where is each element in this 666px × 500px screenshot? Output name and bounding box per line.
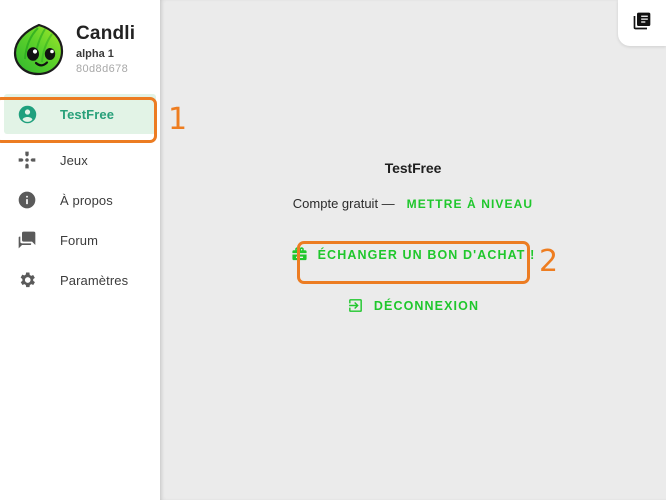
sidebar-item-games[interactable]: Jeux [4,140,156,180]
main-content: TestFree Compte gratuit — METTRE À NIVEA… [160,0,666,500]
upgrade-link[interactable]: METTRE À NIVEAU [407,197,534,211]
brand-build-id: 80d8d678 [76,63,129,75]
sidebar-item-label-games: Jeux [60,152,88,168]
exit-to-app-icon [347,297,364,314]
gear-icon [14,267,40,293]
sidebar: Candli alpha 1 80d8d678 TestFree Jeux À … [0,0,160,500]
sidebar-item-settings[interactable]: Paramètres [4,260,156,300]
sidebar-item-label-forum: Forum [60,232,99,248]
account-circle-icon [14,101,40,127]
gamepad-dpad-icon [14,147,40,173]
info-circle-icon [14,187,40,213]
brand-version: alpha 1 [76,48,114,60]
sidebar-item-forum[interactable]: Forum [4,220,156,260]
candli-leaf-mascot-logo [8,19,70,81]
redeem-gift-card-icon [291,246,308,263]
sidebar-item-about[interactable]: À propos [4,180,156,220]
brand-header: Candli alpha 1 80d8d678 [0,0,160,90]
sidebar-item-label-settings: Paramètres [60,272,129,288]
redeem-voucher-label: ÉCHANGER UN BON D'ACHAT ! [317,247,536,262]
app-window: Candli alpha 1 80d8d678 TestFree Jeux À … [0,0,666,500]
plan-label: Compte gratuit — [292,196,395,211]
redeem-voucher-button[interactable]: ÉCHANGER UN BON D'ACHAT ! [277,238,550,271]
sidebar-item-label-about: À propos [60,192,113,208]
forum-bubbles-icon [14,227,40,253]
brand-title: Candli [76,23,136,44]
sidebar-item-label-account: TestFree [60,106,115,122]
account-plan-row: Compte gratuit — METTRE À NIVEAU [160,196,666,211]
account-name: TestFree [384,160,442,176]
account-panel: TestFree Compte gratuit — METTRE À NIVEA… [160,160,666,320]
logout-button[interactable]: DÉCONNEXION [337,291,489,320]
brand-text-block: Candli alpha 1 80d8d678 [70,23,135,77]
sidebar-item-account[interactable]: TestFree [4,94,156,134]
sidebar-nav: TestFree Jeux À propos Forum Paramètres [0,94,160,300]
library-button[interactable] [618,0,666,46]
library-books-icon [632,11,652,36]
logout-label: DÉCONNEXION [373,298,480,313]
